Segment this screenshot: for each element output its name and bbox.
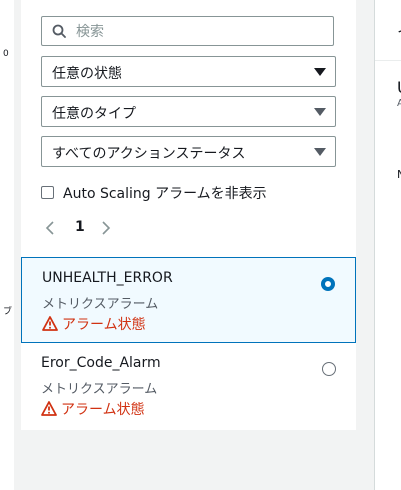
caret-down-icon	[314, 148, 326, 156]
alarm-card-eror-code-alarm[interactable]: Eror_Code_Alarm メトリクスアラーム アラーム状態	[21, 343, 356, 429]
detail-edge-text-low: N	[397, 168, 401, 181]
alarm-status-label: アラーム状態	[61, 402, 145, 418]
detail-edge-text-mid: U	[397, 78, 401, 97]
alarm-select-radio[interactable]	[322, 362, 336, 376]
caret-down-icon	[314, 108, 326, 116]
search-box[interactable]	[41, 16, 334, 46]
alarm-name: Eror_Code_Alarm	[41, 355, 161, 371]
action-status-filter-select[interactable]: すべてのアクションステータス	[41, 136, 336, 167]
type-filter-value: 任意のタイプ	[52, 106, 136, 122]
alarm-type: メトリクスアラーム	[41, 382, 158, 397]
left-edge-text-mid: ブ	[3, 307, 13, 317]
alarm-select-radio[interactable]	[321, 277, 335, 291]
detail-edge-text-small: A	[397, 98, 401, 109]
warning-icon	[42, 316, 58, 331]
search-input[interactable]	[74, 21, 328, 43]
type-filter-select[interactable]: 任意のタイプ	[41, 96, 336, 127]
left-edge-panel: 0 ブ	[0, 0, 14, 490]
hide-autoscaling-checkbox[interactable]	[41, 186, 54, 199]
alarm-list-panel: 任意の状態 任意のタイプ すべてのアクションステータス Auto Scaling…	[21, 0, 356, 430]
chevron-right-icon[interactable]	[101, 221, 111, 235]
alarm-name: UNHEALTH_ERROR	[42, 270, 173, 286]
alarm-type: メトリクスアラーム	[42, 297, 159, 312]
search-icon	[52, 24, 66, 38]
detail-header-divider	[375, 60, 401, 61]
warning-icon	[41, 401, 57, 416]
pagination: 1	[41, 217, 121, 239]
alarm-detail-panel: イ U A N	[375, 0, 401, 490]
detail-edge-text-top: イ	[397, 18, 401, 42]
state-filter-value: 任意の状態	[52, 66, 122, 82]
hide-autoscaling-label: Auto Scaling アラームを非表示	[63, 186, 267, 202]
current-page-number[interactable]: 1	[75, 219, 85, 235]
action-status-filter-value: すべてのアクションステータス	[52, 146, 246, 162]
alarm-status-label: アラーム状態	[62, 317, 146, 333]
alarm-card-unhealth-error[interactable]: UNHEALTH_ERROR メトリクスアラーム アラーム状態	[21, 257, 356, 343]
caret-down-icon	[314, 68, 326, 76]
chevron-left-icon[interactable]	[45, 221, 55, 235]
left-edge-text-top: 0	[3, 49, 9, 59]
state-filter-select[interactable]: 任意の状態	[41, 56, 336, 87]
